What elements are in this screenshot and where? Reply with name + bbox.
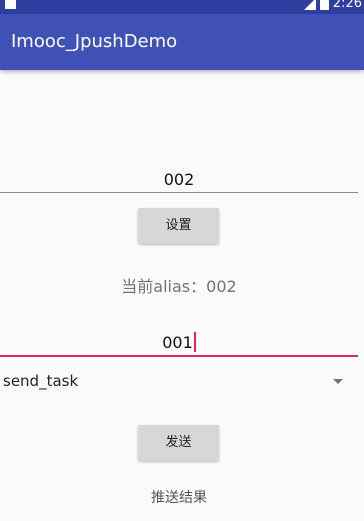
alias-input-underline (0, 192, 358, 193)
target-alias-input-underline (0, 355, 358, 357)
alias-input[interactable]: 002 (0, 168, 358, 192)
task-spinner[interactable]: send_task (0, 369, 364, 393)
alias-input-value: 002 (163, 170, 195, 189)
text-cursor (193, 332, 196, 352)
status-bar: 2:26 (0, 0, 364, 14)
dropdown-arrow-icon (333, 379, 343, 384)
send-button[interactable]: 发送 (138, 425, 219, 461)
status-indicators: 2:26 (303, 0, 362, 11)
battery-icon (319, 0, 329, 10)
task-spinner-value: send_task (3, 372, 79, 390)
notification-icon (5, 0, 16, 9)
status-time: 2:26 (332, 0, 362, 11)
app-title: Imooc_JpushDemo (11, 31, 178, 52)
set-alias-button[interactable]: 设置 (138, 208, 219, 244)
target-alias-input[interactable]: 001 (0, 331, 358, 355)
signal-icon (303, 0, 316, 10)
target-alias-input-value: 001 (162, 333, 193, 352)
push-result-text: 推送结果 (151, 490, 207, 506)
current-alias-label: 当前alias：002 (121, 277, 237, 296)
app-bar: Imooc_JpushDemo (0, 14, 364, 70)
